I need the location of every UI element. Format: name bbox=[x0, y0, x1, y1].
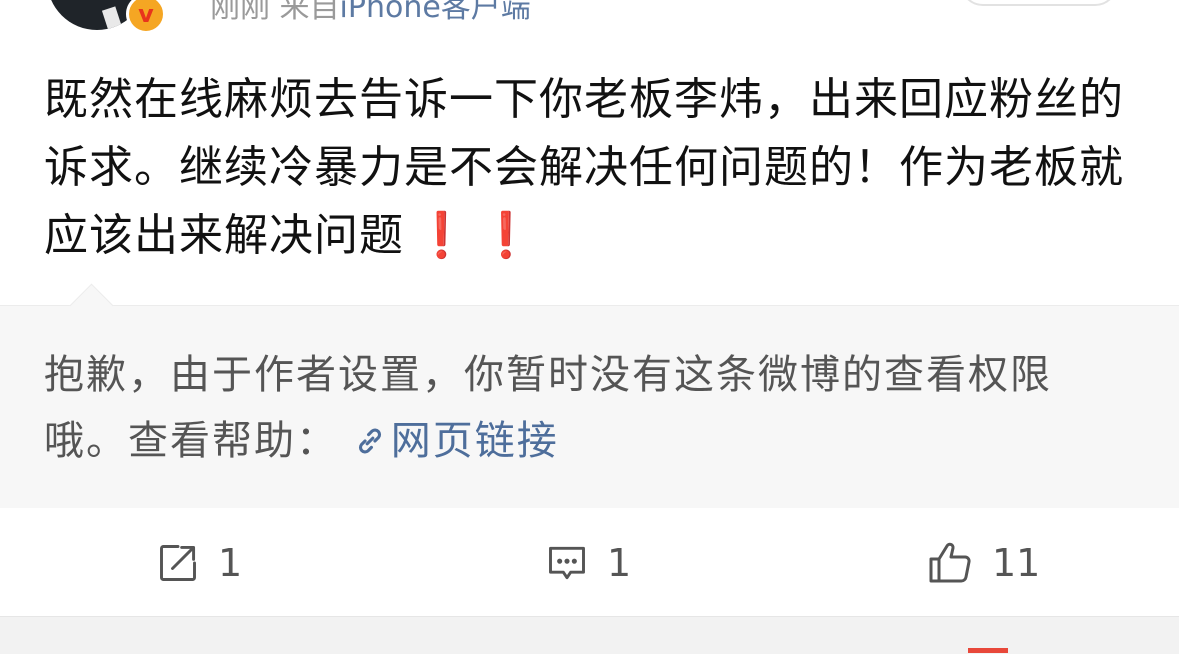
action-bar: 1 1 11 bbox=[0, 508, 1179, 616]
exclamation-emoji: ❗ bbox=[478, 210, 534, 261]
post-time: 刚刚 bbox=[210, 0, 270, 25]
web-link[interactable]: 网页链接 bbox=[353, 418, 559, 464]
avatar-collar bbox=[101, 6, 123, 30]
post-body: 既然在线麻烦去告诉一下你老板李炜，出来回应粉丝的诉求。继续冷暴力是不会解决任何问… bbox=[44, 74, 1124, 261]
post-text: 既然在线麻烦去告诉一下你老板李炜，出来回应粉丝的诉求。继续冷暴力是不会解决任何问… bbox=[44, 66, 1134, 270]
verified-icon: v bbox=[126, 0, 166, 34]
like-icon bbox=[929, 542, 971, 583]
comment-count: 1 bbox=[607, 541, 632, 585]
post-source[interactable]: iPhone客户端 bbox=[340, 0, 531, 25]
exclamation-emoji: ❗ bbox=[414, 210, 469, 261]
repost-count: 1 bbox=[218, 541, 243, 585]
comment-icon bbox=[549, 546, 585, 580]
web-link-label: 网页链接 bbox=[390, 418, 559, 464]
link-icon bbox=[358, 428, 381, 454]
like-button[interactable]: 11 bbox=[926, 538, 1040, 588]
next-post-stub bbox=[968, 648, 1008, 653]
repost-icon bbox=[160, 545, 196, 581]
like-count: 11 bbox=[992, 541, 1041, 585]
follow-button[interactable] bbox=[960, 0, 1118, 6]
repost-button[interactable]: 1 bbox=[156, 538, 242, 588]
notice-text: 抱歉，由于作者设置，你暂时没有这条微博的查看权限哦。查看帮助： 网页链接 bbox=[44, 342, 1124, 474]
comment-button[interactable]: 1 bbox=[545, 538, 631, 588]
notice-pointer bbox=[69, 283, 114, 328]
restricted-notice: 抱歉，由于作者设置，你暂时没有这条微博的查看权限哦。查看帮助： 网页链接 bbox=[0, 283, 1179, 509]
verified-mark: v bbox=[138, 0, 154, 28]
post-header: v 刚刚 来自iPhone客户端 bbox=[0, 0, 1179, 40]
post-meta: 刚刚 来自iPhone客户端 bbox=[210, 0, 531, 28]
post-source-prefix: 来自 bbox=[279, 0, 340, 25]
